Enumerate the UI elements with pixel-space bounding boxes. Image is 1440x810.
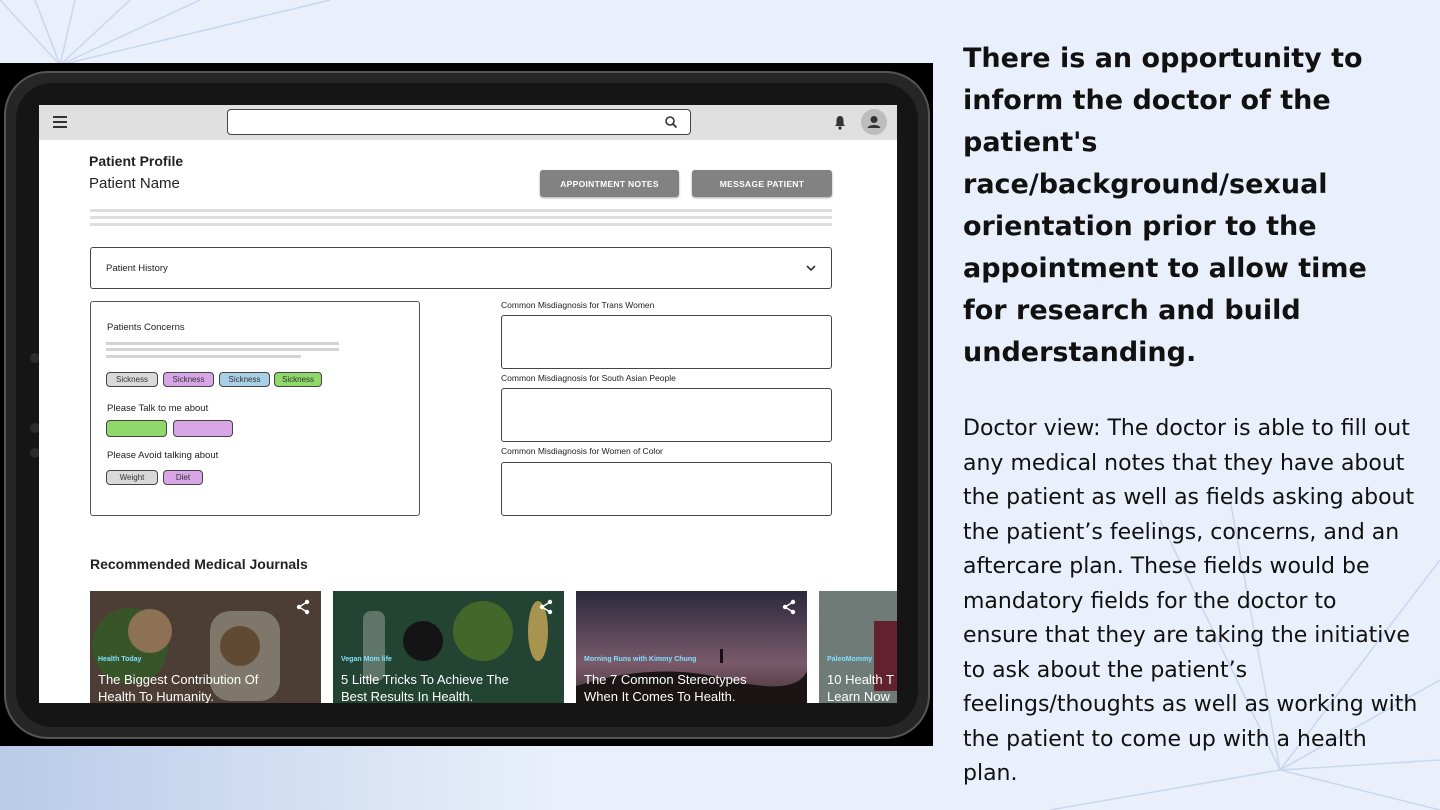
concern-tag[interactable]: Sickness (106, 372, 158, 387)
slide-heading: There is an opportunity to inform the do… (963, 43, 1367, 368)
journal-source: PaleoMommy (827, 656, 873, 663)
user-icon (867, 116, 881, 128)
talk-about-label: Please Talk to me about (107, 403, 209, 414)
divider (90, 216, 832, 219)
patient-name: Patient Name (89, 175, 180, 192)
journal-headline: 10 Health T Learn Now (827, 672, 894, 703)
search-icon[interactable] (664, 115, 678, 129)
misdiagnosis-label-trans-women: Common Misdiagnosis for Trans Women (501, 300, 655, 310)
journal-source: Vegan Mom life (341, 656, 392, 663)
patient-history-dropdown[interactable]: Patient History (90, 247, 832, 289)
journal-headline: The 7 Common Stereotypes When It Comes To… (584, 672, 747, 703)
journal-card[interactable]: Health Today The Biggest Contribution Of… (90, 591, 321, 703)
patient-concerns-panel: Patients Concerns Sickness Sickness Sick… (90, 301, 420, 516)
misdiagnosis-field-women-of-color[interactable] (501, 462, 832, 516)
misdiagnosis-field-south-asian[interactable] (501, 388, 832, 442)
app-top-bar (39, 105, 897, 140)
talk-about-tag[interactable] (173, 420, 233, 437)
divider (90, 209, 832, 212)
page-title: Patient Profile (89, 153, 184, 169)
menu-icon[interactable] (53, 116, 67, 128)
misdiagnosis-field-trans-women[interactable] (501, 315, 832, 369)
background-glow (0, 740, 560, 810)
journal-card[interactable]: Morning Runs with Kimmy Chung The 7 Comm… (576, 591, 807, 703)
divider (90, 223, 832, 226)
journal-card[interactable]: Vegan Mom life 5 Little Tricks To Achiev… (333, 591, 564, 703)
placeholder-line (106, 348, 339, 351)
user-avatar[interactable] (861, 109, 887, 135)
misdiagnosis-label-women-of-color: Common Misdiagnosis for Women of Color (501, 446, 663, 456)
journal-headline: 5 Little Tricks To Achieve The Best Resul… (341, 672, 509, 703)
avoid-tag[interactable]: Diet (163, 470, 203, 485)
journal-headline: The Biggest Contribution Of Health To Hum… (98, 672, 259, 703)
avoid-label: Please Avoid talking about (107, 450, 219, 461)
placeholder-line (106, 342, 339, 345)
bell-icon[interactable] (833, 114, 847, 130)
tablet-screen: Patient Profile Patient Name APPOINTMENT… (39, 105, 897, 703)
concern-tag[interactable]: Sickness (219, 372, 270, 387)
chevron-down-icon[interactable] (806, 264, 816, 272)
search-input[interactable] (227, 109, 691, 135)
journals-title: Recommended Medical Journals (90, 556, 308, 572)
patient-history-label: Patient History (106, 263, 168, 274)
slide-description: Doctor view: The doctor is able to fill … (963, 416, 1418, 786)
share-icon[interactable] (781, 599, 797, 615)
concern-tag[interactable]: Sickness (274, 372, 322, 387)
journal-card[interactable]: PaleoMommy 10 Health T Learn Now (819, 591, 897, 703)
tablet-mockup: Patient Profile Patient Name APPOINTMENT… (0, 63, 933, 746)
appointment-notes-button[interactable]: APPOINTMENT NOTES (540, 170, 679, 197)
talk-about-tag[interactable] (106, 420, 167, 437)
placeholder-line (106, 355, 301, 358)
avoid-tag[interactable]: Weight (106, 470, 158, 485)
share-icon[interactable] (295, 599, 311, 615)
concern-tag[interactable]: Sickness (163, 372, 214, 387)
concerns-title: Patients Concerns (107, 322, 185, 333)
share-icon[interactable] (538, 599, 554, 615)
message-patient-button[interactable]: MESSAGE PATIENT (692, 170, 832, 197)
misdiagnosis-label-south-asian: Common Misdiagnosis for South Asian Peop… (501, 373, 676, 383)
journal-source: Health Today (98, 656, 142, 663)
journal-source: Morning Runs with Kimmy Chung (584, 656, 697, 663)
